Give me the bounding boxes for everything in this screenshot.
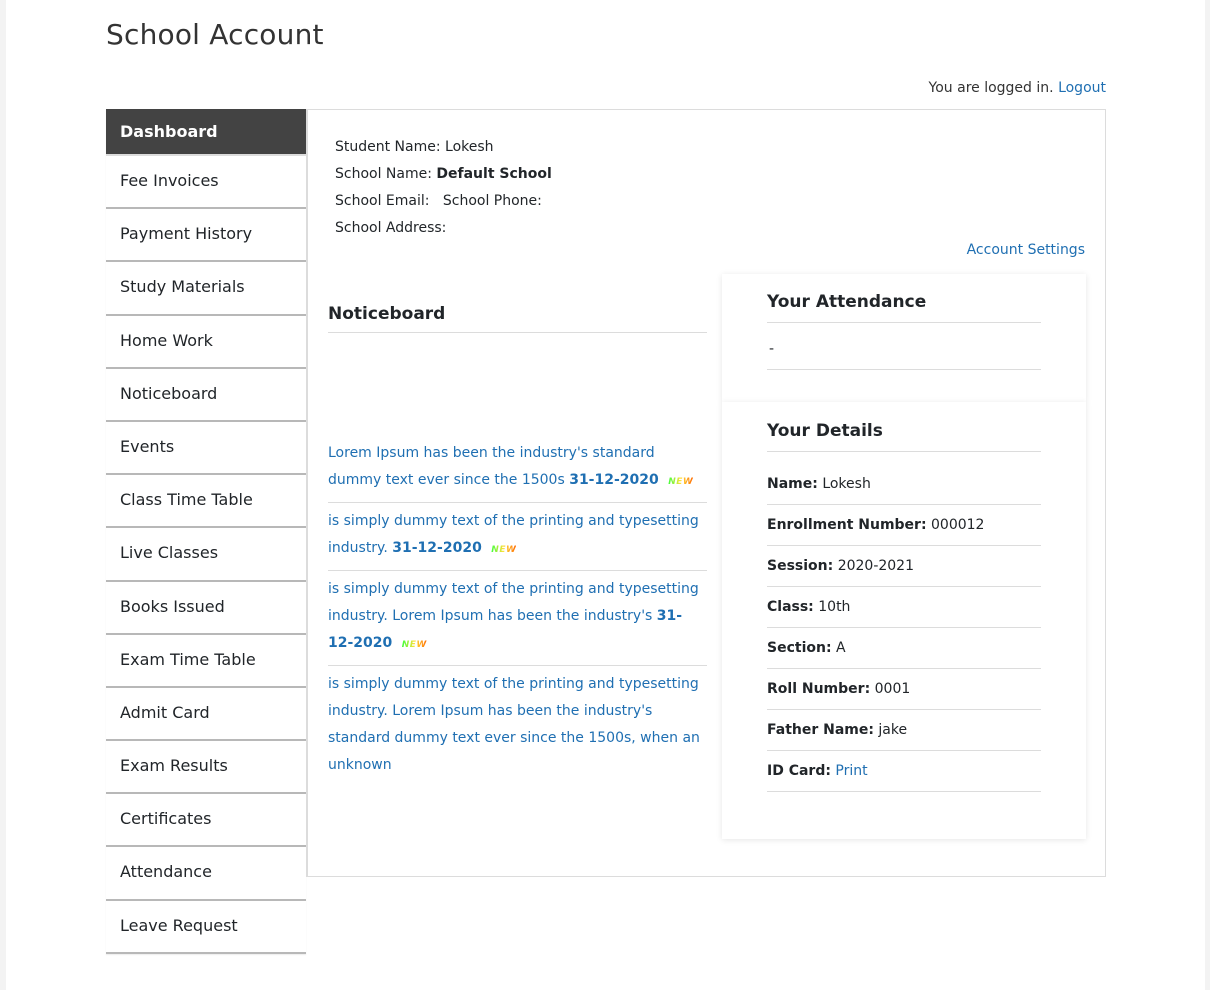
detail-label: Roll Number: [767, 681, 870, 697]
detail-id-card: ID Card: Print [767, 751, 1041, 792]
detail-section: Section: A [767, 628, 1041, 669]
sidebar-item-books-issued[interactable]: Books Issued [106, 582, 306, 635]
sidebar-item-exam-results[interactable]: Exam Results [106, 741, 306, 794]
detail-label: ID Card: [767, 763, 831, 779]
account-settings-link[interactable]: Account Settings [967, 242, 1085, 258]
school-address-label: School Address: [335, 220, 446, 236]
details-card: Your Details Name: Lokesh Enrollment Num… [722, 402, 1086, 839]
detail-value: 000012 [931, 517, 984, 533]
detail-value: A [836, 640, 846, 656]
sidebar-item-live-classes[interactable]: Live Classes [106, 528, 306, 581]
school-email-label: School Email: [335, 193, 430, 209]
sidebar-item-events[interactable]: Events [106, 422, 306, 475]
detail-father-name: Father Name: jake [767, 710, 1041, 751]
school-address-row: School Address: [335, 215, 552, 242]
school-contact-row: School Email: School Phone: [335, 188, 552, 215]
notice-item[interactable]: Lorem Ipsum has been the industry's stan… [328, 435, 707, 503]
detail-label: Enrollment Number: [767, 517, 927, 533]
student-name-label: Student Name: [335, 139, 441, 155]
sidebar-item-certificates[interactable]: Certificates [106, 794, 306, 847]
sidebar-item-attendance[interactable]: Attendance [106, 847, 306, 900]
detail-class: Class: 10th [767, 587, 1041, 628]
student-info: Student Name: Lokesh School Name: Defaul… [335, 134, 552, 242]
detail-value: 10th [818, 599, 850, 615]
notice-item[interactable]: is simply dummy text of the printing and… [328, 666, 707, 785]
detail-value: 2020-2021 [838, 558, 914, 574]
sidebar: Dashboard Fee Invoices Payment History S… [106, 109, 306, 954]
login-status-text: You are logged in. [929, 80, 1054, 96]
school-name-value: Default School [436, 166, 551, 182]
detail-label: Section: [767, 640, 832, 656]
noticeboard: Noticeboard Lorem Ipsum has been the ind… [328, 304, 707, 785]
sidebar-item-payment-history[interactable]: Payment History [106, 209, 306, 262]
sidebar-item-exam-time-table[interactable]: Exam Time Table [106, 635, 306, 688]
detail-value: Lokesh [822, 476, 871, 492]
detail-label: Class: [767, 599, 814, 615]
detail-label: Father Name: [767, 722, 874, 738]
detail-name: Name: Lokesh [767, 464, 1041, 505]
detail-value: jake [878, 722, 907, 738]
detail-session: Session: 2020-2021 [767, 546, 1041, 587]
attendance-value: - [767, 323, 1041, 370]
login-status: You are logged in. Logout [929, 80, 1106, 96]
sidebar-item-admit-card[interactable]: Admit Card [106, 688, 306, 741]
school-phone-label: School Phone: [443, 193, 542, 209]
sidebar-item-noticeboard[interactable]: Noticeboard [106, 369, 306, 422]
details-title: Your Details [767, 421, 1041, 452]
sidebar-item-class-time-table[interactable]: Class Time Table [106, 475, 306, 528]
notice-date: 31-12-2020 [392, 540, 482, 556]
new-badge-icon: NEW [402, 632, 427, 659]
attendance-title: Your Attendance [767, 292, 1041, 323]
noticeboard-title: Noticeboard [328, 304, 707, 333]
notice-list: Lorem Ipsum has been the industry's stan… [328, 435, 707, 785]
notice-text: is simply dummy text of the printing and… [328, 581, 699, 624]
student-name-value: Lokesh [445, 139, 494, 155]
sidebar-item-study-materials[interactable]: Study Materials [106, 262, 306, 315]
site-title: School Account [106, 18, 324, 51]
attendance-card: Your Attendance - [722, 274, 1086, 402]
sidebar-item-dashboard[interactable]: Dashboard [106, 109, 306, 156]
logout-link[interactable]: Logout [1058, 80, 1106, 96]
sidebar-item-home-work[interactable]: Home Work [106, 316, 306, 369]
new-badge-icon: NEW [668, 469, 693, 496]
detail-roll-number: Roll Number: 0001 [767, 669, 1041, 710]
sidebar-item-leave-request[interactable]: Leave Request [106, 901, 306, 954]
page: School Account You are logged in. Logout… [6, 0, 1205, 990]
notice-item[interactable]: is simply dummy text of the printing and… [328, 571, 707, 666]
student-name-row: Student Name: Lokesh [335, 134, 552, 161]
school-name-row: School Name: Default School [335, 161, 552, 188]
new-badge-icon: NEW [491, 537, 516, 564]
notice-date: 31-12-2020 [569, 472, 659, 488]
dashboard-panel: Student Name: Lokesh School Name: Defaul… [306, 109, 1106, 877]
notice-text: is simply dummy text of the printing and… [328, 676, 700, 773]
detail-label: Name: [767, 476, 818, 492]
detail-label: Session: [767, 558, 833, 574]
school-name-label: School Name: [335, 166, 432, 182]
print-id-card-link[interactable]: Print [835, 763, 867, 779]
details-card-body: Your Details Name: Lokesh Enrollment Num… [767, 421, 1041, 792]
detail-enrollment-number: Enrollment Number: 000012 [767, 505, 1041, 546]
detail-value: 0001 [875, 681, 911, 697]
attendance-card-body: Your Attendance - [767, 292, 1041, 370]
notice-item[interactable]: is simply dummy text of the printing and… [328, 503, 707, 571]
sidebar-item-fee-invoices[interactable]: Fee Invoices [106, 156, 306, 209]
